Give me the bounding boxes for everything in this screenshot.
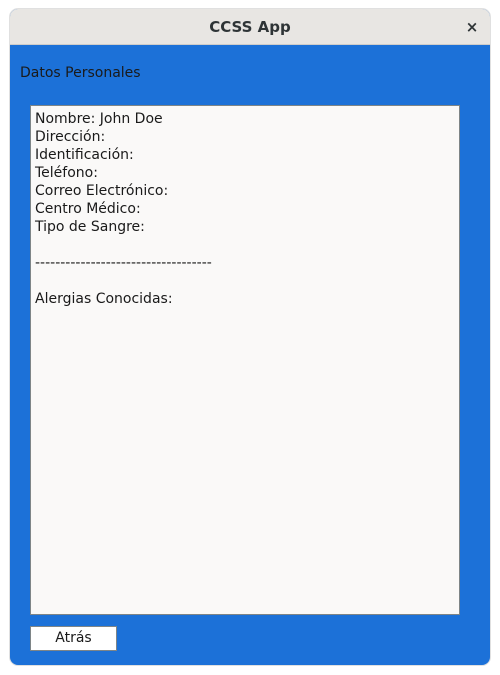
detail-line-medical-center: Centro Médico:	[35, 201, 141, 217]
detail-line-separator: -----------------------------------	[35, 255, 212, 271]
detail-line-address: Dirección:	[35, 129, 106, 145]
close-icon[interactable]: ×	[460, 15, 484, 39]
detail-line-blank-1	[35, 236, 455, 254]
detail-line-phone: Teléfono:	[35, 165, 98, 181]
section-label: Datos Personales	[20, 65, 141, 81]
detail-line-email: Correo Electrónico:	[35, 183, 169, 199]
detail-line-allergies: Alergias Conocidas:	[35, 291, 173, 307]
detail-line-blank-2	[35, 272, 455, 290]
personal-data-textarea[interactable]: Nombre: John Doe Dirección: Identificaci…	[30, 105, 460, 615]
title-bar: CCSS App ×	[10, 9, 490, 45]
back-button[interactable]: Atrás	[30, 626, 117, 651]
detail-line-blood-type: Tipo de Sangre:	[35, 219, 145, 235]
window-title: CCSS App	[209, 18, 291, 36]
app-window: CCSS App × Datos Personales Nombre: John…	[10, 9, 490, 665]
detail-line-id: Identificación:	[35, 147, 134, 163]
detail-line-name: Nombre: John Doe	[35, 111, 163, 127]
